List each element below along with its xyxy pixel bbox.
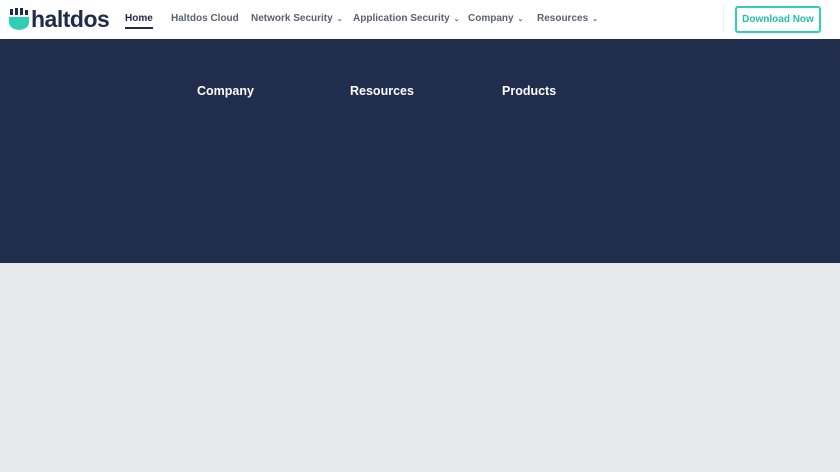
nav-haltdos-cloud[interactable]: Haltdos Cloud [171, 13, 239, 24]
brand-name: haltdos [31, 6, 110, 32]
nav-label: Application Security [353, 13, 450, 24]
chevron-down-icon: ⌄ [517, 16, 524, 23]
top-navbar: haltdos Home Haltdos Cloud Network Secur… [0, 0, 840, 39]
footer-heading-resources: Resources [350, 84, 414, 98]
nav-label: Resources [537, 13, 589, 24]
footer-heading-company: Company [197, 84, 254, 98]
nav-network-security[interactable]: Network Security ⌄ [251, 13, 343, 24]
nav-home[interactable]: Home [125, 13, 153, 29]
nav-label: Network Security [251, 13, 333, 24]
nav-company[interactable]: Company ⌄ [468, 13, 523, 24]
chevron-down-icon: ⌄ [592, 16, 599, 23]
nav-label: Home [125, 13, 153, 24]
footer: Company Resources Products [0, 39, 840, 263]
shield-logo-icon [9, 8, 29, 30]
nav-label: Company [468, 13, 514, 24]
chevron-down-icon: ⌄ [336, 16, 343, 23]
download-now-button[interactable]: Download Now [735, 6, 821, 33]
nav-label: Haltdos Cloud [171, 13, 239, 24]
chevron-down-icon: ⌄ [453, 16, 460, 23]
haltdos-logo[interactable]: haltdos [9, 6, 110, 32]
footer-heading-products: Products [502, 84, 557, 98]
nav-application-security[interactable]: Application Security ⌄ [353, 13, 460, 24]
divider [723, 4, 724, 32]
nav-resources[interactable]: Resources ⌄ [537, 13, 598, 24]
